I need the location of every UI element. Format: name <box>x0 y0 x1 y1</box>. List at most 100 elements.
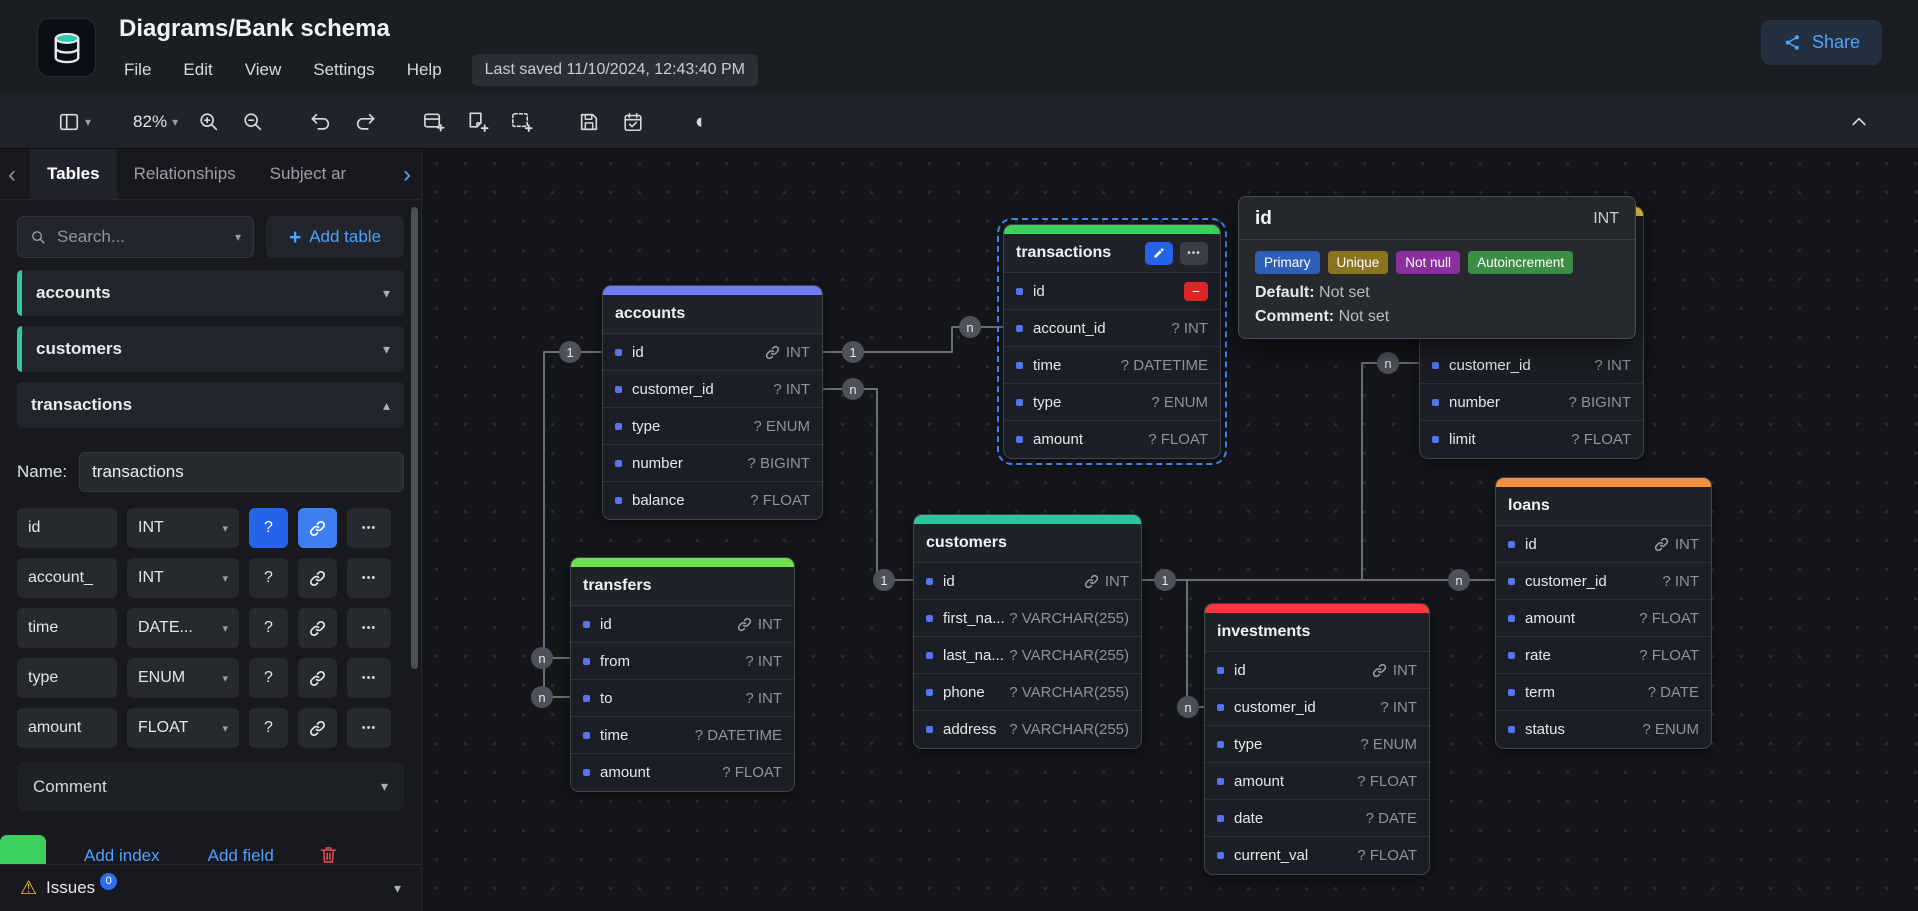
table-header[interactable]: loans <box>1496 487 1711 526</box>
menu-help[interactable]: Help <box>395 54 454 86</box>
table-field-row-customer-id[interactable]: customer_id? INT <box>1420 347 1643 384</box>
table-field-row-current-val[interactable]: current_val? FLOAT <box>1205 837 1429 874</box>
field-name-button[interactable]: amount <box>17 708 117 748</box>
sidebar-table-customers[interactable]: customers▾ <box>17 326 404 372</box>
table-field-row-amount[interactable]: amount? FLOAT <box>1205 763 1429 800</box>
field-primary-key-button[interactable] <box>298 708 337 748</box>
field-type-dropdown[interactable]: INT▾ <box>127 558 239 598</box>
app-logo[interactable] <box>37 18 96 77</box>
menu-settings[interactable]: Settings <box>301 54 386 86</box>
table-field-row-type[interactable]: type? ENUM <box>1004 384 1220 421</box>
canvas[interactable]: accountsidINTcustomer_id? INTtype? ENUMn… <box>422 149 1918 911</box>
edit-table-button[interactable] <box>1145 242 1173 265</box>
table-field-row-number[interactable]: number? BIGINT <box>1420 384 1643 421</box>
search-input[interactable]: Search... ▾ <box>17 216 254 258</box>
field-options-button[interactable]: ••• <box>347 608 391 648</box>
table-field-row-type[interactable]: type? ENUM <box>1205 726 1429 763</box>
table-field-row-id[interactable]: id− <box>1004 273 1220 310</box>
add-table-tool-button[interactable] <box>414 103 452 141</box>
save-button[interactable] <box>570 103 608 141</box>
canvas-table-customers[interactable]: customersidINTfirst_na...? VARCHAR(255)l… <box>913 514 1142 749</box>
field-primary-key-button[interactable] <box>298 558 337 598</box>
tab-tables[interactable]: Tables <box>30 149 117 199</box>
field-primary-key-button[interactable] <box>298 608 337 648</box>
field-type-dropdown[interactable]: INT▾ <box>127 508 239 548</box>
table-field-row-id[interactable]: idINT <box>914 563 1141 600</box>
field-type-dropdown[interactable]: DATE...▾ <box>127 608 239 648</box>
sidebar-scrollbar[interactable] <box>411 207 418 669</box>
tab-relationships[interactable]: Relationships <box>117 149 253 199</box>
menu-view[interactable]: View <box>233 54 294 86</box>
table-field-row-rate[interactable]: rate? FLOAT <box>1496 637 1711 674</box>
table-field-row-date[interactable]: date? DATE <box>1205 800 1429 837</box>
remove-field-button[interactable]: − <box>1184 282 1208 301</box>
zoom-in-button[interactable] <box>190 103 228 141</box>
table-field-row-id[interactable]: idINT <box>1496 526 1711 563</box>
field-name-button[interactable]: time <box>17 608 117 648</box>
tabs-scroll-left-button[interactable]: ‹ <box>8 149 16 200</box>
zoom-level-dropdown[interactable]: 82% ▾ <box>127 103 184 141</box>
add-note-tool-button[interactable] <box>458 103 496 141</box>
table-header[interactable]: transfers <box>571 567 794 606</box>
field-type-dropdown[interactable]: ENUM▾ <box>127 658 239 698</box>
table-field-row-id[interactable]: idINT <box>571 606 794 643</box>
theme-toggle-button[interactable]: ◐ <box>682 103 720 141</box>
field-primary-key-button[interactable] <box>298 508 337 548</box>
field-name-button[interactable]: account_ <box>17 558 117 598</box>
field-nullable-button[interactable]: ? <box>249 558 288 598</box>
table-header[interactable]: customers <box>914 524 1141 563</box>
table-field-row-id[interactable]: idINT <box>603 334 822 371</box>
table-field-row-amount[interactable]: amount? FLOAT <box>571 754 794 791</box>
canvas-table-investments[interactable]: investmentsidINTcustomer_id? INTtype? EN… <box>1204 603 1430 875</box>
add-table-button[interactable]: + Add table <box>266 216 404 258</box>
field-type-dropdown[interactable]: FLOAT▾ <box>127 708 239 748</box>
canvas-table-loans[interactable]: loansidINTcustomer_id? INTamount? FLOATr… <box>1495 477 1712 749</box>
table-field-row-phone[interactable]: phone? VARCHAR(255) <box>914 674 1141 711</box>
table-field-row-type[interactable]: type? ENUM <box>603 408 822 445</box>
comment-panel[interactable]: Comment ▾ <box>17 762 404 811</box>
table-field-row-time[interactable]: time? DATETIME <box>571 717 794 754</box>
todo-calendar-button[interactable] <box>614 103 652 141</box>
table-field-row-id[interactable]: idINT <box>1205 652 1429 689</box>
canvas-table-transfers[interactable]: transfersidINTfrom? INTto? INTtime? DATE… <box>570 557 795 792</box>
tab-subject-ar[interactable]: Subject ar <box>253 149 364 199</box>
table-field-row-last-na[interactable]: last_na...? VARCHAR(255) <box>914 637 1141 674</box>
field-name-button[interactable]: type <box>17 658 117 698</box>
sidebar-table-transactions[interactable]: transactions▴ <box>17 382 404 428</box>
field-options-button[interactable]: ••• <box>347 508 391 548</box>
undo-button[interactable] <box>302 103 340 141</box>
menu-edit[interactable]: Edit <box>171 54 224 86</box>
field-nullable-button[interactable]: ? <box>249 708 288 748</box>
table-header[interactable]: accounts <box>603 295 822 334</box>
table-field-row-first-na[interactable]: first_na...? VARCHAR(255) <box>914 600 1141 637</box>
collapse-toolbar-button[interactable] <box>1840 103 1878 141</box>
menu-file[interactable]: File <box>112 54 163 86</box>
canvas-table-accounts[interactable]: accountsidINTcustomer_id? INTtype? ENUMn… <box>602 285 823 520</box>
table-field-row-time[interactable]: time? DATETIME <box>1004 347 1220 384</box>
table-field-row-status[interactable]: status? ENUM <box>1496 711 1711 748</box>
canvas-table-transactions[interactable]: transactions•••id−account_id? INTtime? D… <box>1003 224 1221 459</box>
table-header[interactable]: transactions••• <box>1004 234 1220 273</box>
table-field-row-balance[interactable]: balance? FLOAT <box>603 482 822 519</box>
table-field-row-term[interactable]: term? DATE <box>1496 674 1711 711</box>
table-field-row-address[interactable]: address? VARCHAR(255) <box>914 711 1141 748</box>
field-options-button[interactable]: ••• <box>347 658 391 698</box>
table-options-button[interactable]: ••• <box>1180 242 1208 265</box>
layout-options-button[interactable]: ▾ <box>52 103 97 141</box>
table-field-row-account-id[interactable]: account_id? INT <box>1004 310 1220 347</box>
field-nullable-button[interactable]: ? <box>249 508 288 548</box>
issues-bar[interactable]: ⚠ Issues 0 ▾ <box>0 864 421 911</box>
sidebar-table-accounts[interactable]: accounts▾ <box>17 270 404 316</box>
table-field-row-customer-id[interactable]: customer_id? INT <box>1205 689 1429 726</box>
tabs-scroll-right-button[interactable]: › <box>403 149 411 200</box>
table-field-row-limit[interactable]: limit? FLOAT <box>1420 421 1643 458</box>
table-field-row-from[interactable]: from? INT <box>571 643 794 680</box>
add-area-tool-button[interactable] <box>502 103 540 141</box>
field-options-button[interactable]: ••• <box>347 558 391 598</box>
table-field-row-amount[interactable]: amount? FLOAT <box>1496 600 1711 637</box>
field-nullable-button[interactable]: ? <box>249 608 288 648</box>
field-primary-key-button[interactable] <box>298 658 337 698</box>
field-nullable-button[interactable]: ? <box>249 658 288 698</box>
table-field-row-to[interactable]: to? INT <box>571 680 794 717</box>
table-field-row-customer-id[interactable]: customer_id? INT <box>1496 563 1711 600</box>
